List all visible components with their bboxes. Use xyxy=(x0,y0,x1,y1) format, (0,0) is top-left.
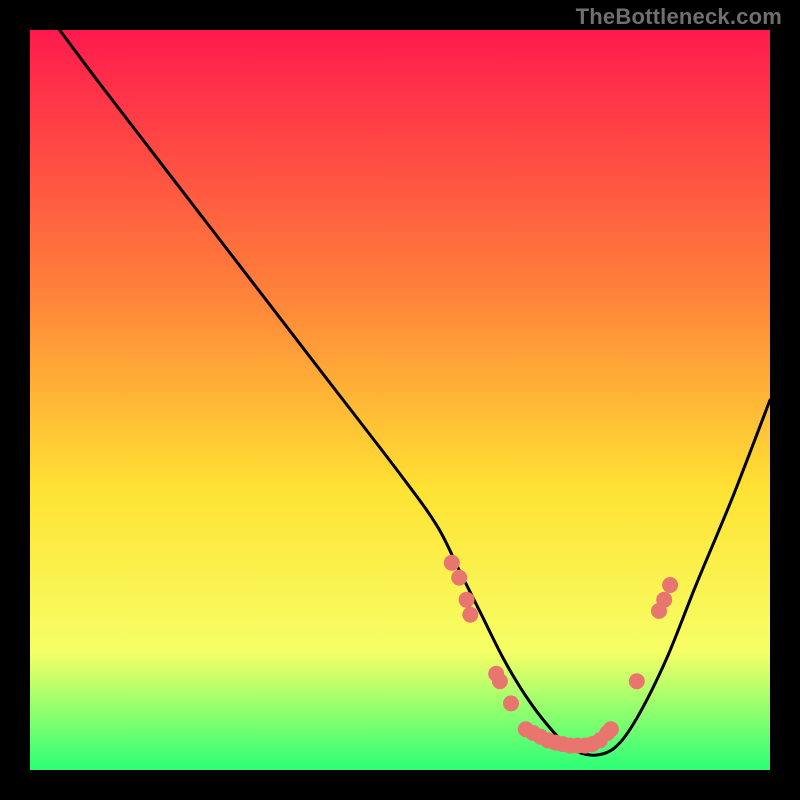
chart-canvas xyxy=(0,0,800,800)
highlight-dot xyxy=(603,721,619,737)
highlight-dot xyxy=(656,592,672,608)
plot-background xyxy=(30,30,770,770)
highlight-dot xyxy=(462,607,478,623)
highlight-dot xyxy=(451,570,467,586)
watermark-text: TheBottleneck.com xyxy=(576,4,782,30)
chart-frame: { "watermark": "TheBottleneck.com", "cha… xyxy=(0,0,800,800)
highlight-dot xyxy=(662,577,678,593)
highlight-dot xyxy=(503,695,519,711)
highlight-dot xyxy=(629,673,645,689)
highlight-dot xyxy=(459,592,475,608)
highlight-dot xyxy=(492,673,508,689)
highlight-dot xyxy=(444,555,460,571)
